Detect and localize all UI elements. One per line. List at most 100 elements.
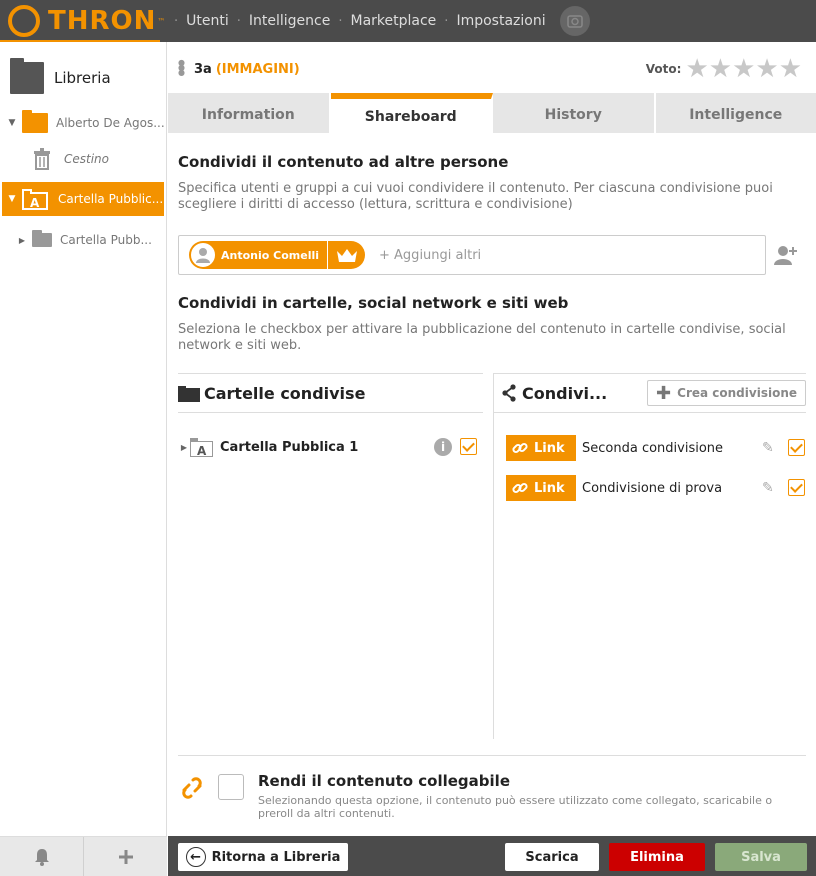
link-icon (512, 442, 528, 454)
vote-label: Voto: (645, 62, 682, 76)
share-checkbox[interactable] (788, 479, 805, 496)
caret-right-icon[interactable]: ▶ (16, 236, 28, 245)
shares-column: Condivi... ✚ Crea condivisione Link Seco… (493, 373, 806, 739)
share-folders-title: Condividi in cartelle, social network e … (178, 294, 569, 312)
add-others-placeholder[interactable]: + Aggiungi altri (379, 248, 481, 263)
linkable-checkbox[interactable] (218, 774, 244, 800)
logo-ring-icon (8, 5, 40, 37)
nav-item-impostazioni[interactable]: Impostazioni (456, 13, 545, 29)
share-people-title: Condividi il contenuto ad altre persone (178, 153, 509, 171)
sidebar-item-label: Cartella Pubblic... (58, 192, 164, 206)
link-badge[interactable]: Link (506, 435, 576, 461)
share-name: Condivisione di prova (582, 480, 723, 496)
share-folders-description: Seleziona le checkbox per attivare la pu… (178, 322, 786, 353)
linkable-option: Rendi il contenuto collegabile Seleziona… (178, 755, 806, 827)
share-icon (502, 384, 516, 402)
create-share-label: Crea condivisione (677, 386, 797, 400)
nav-item-utenti[interactable]: Utenti (186, 13, 229, 29)
user-avatar-icon[interactable] (559, 6, 590, 36)
drag-handle-icon[interactable]: ● ● ● (178, 59, 185, 77)
link-badge-label: Link (534, 440, 565, 456)
library-title: Libreria (54, 69, 111, 87)
library-folder-icon (10, 58, 44, 94)
caret-down-icon[interactable]: ▼ (6, 118, 18, 128)
share-row[interactable]: Link Seconda condivisione ✎ (506, 435, 806, 461)
add-icon[interactable] (83, 837, 167, 876)
action-bar: ← Ritorna a Libreria Scarica Elimina Sal… (168, 836, 816, 876)
sidebar-item-cestino[interactable]: Cestino (0, 142, 166, 176)
share-name: Seconda condivisione (582, 440, 724, 456)
link-badge[interactable]: Link (506, 475, 576, 501)
user-chip[interactable]: Antonio Comelli (189, 241, 366, 269)
tab-history[interactable]: History (493, 93, 656, 133)
edit-pencil-icon[interactable]: ✎ (762, 440, 774, 456)
create-share-button[interactable]: ✚ Crea condivisione (647, 380, 806, 406)
star-icon[interactable]: ★ (755, 56, 778, 82)
add-user-icon[interactable] (774, 245, 797, 267)
linkable-description: Selezionando questa opzione, il contenut… (258, 794, 773, 820)
back-to-library-button[interactable]: ← Ritorna a Libreria (178, 843, 348, 871)
tab-intelligence[interactable]: Intelligence (655, 93, 816, 133)
asset-title: 3a (IMMAGINI) (194, 62, 300, 77)
thron-logo[interactable]: THRON ™ (8, 4, 165, 38)
logo-text: THRON (48, 6, 157, 36)
library-sidebar: Libreria ▼ Alberto De Agos... Cestino ▼ … (0, 42, 167, 876)
plus-icon: ✚ (656, 382, 672, 404)
sidebar-item-cartella-pubblica[interactable]: ▼ A Cartella Pubblic... (2, 182, 164, 216)
download-button[interactable]: Scarica (505, 843, 599, 871)
shared-folder-checkbox[interactable] (460, 438, 477, 455)
shares-title: Condivi... (522, 383, 608, 403)
public-folder-icon: A (22, 189, 48, 210)
star-icon[interactable]: ★ (732, 56, 755, 82)
caret-right-icon[interactable]: ▶ (178, 443, 190, 452)
share-row[interactable]: Link Condivisione di prova ✎ (506, 475, 806, 501)
shared-folders-title: Cartelle condivise (204, 383, 366, 403)
shareboard-panel: Condividi il contenuto ad altre persone … (168, 133, 816, 833)
star-icon[interactable]: ★ (685, 56, 708, 82)
sidebar-item-label: Alberto De Agos... (56, 116, 165, 130)
nav-separator: · (444, 13, 449, 29)
nav-separator: · (338, 13, 343, 29)
broken-link-icon (182, 777, 202, 799)
user-chip-name: Antonio Comelli (221, 248, 320, 262)
star-icon[interactable]: ★ (779, 56, 802, 82)
public-folder-icon: A (190, 438, 213, 458)
folder-icon (178, 386, 200, 402)
share-checkbox[interactable] (788, 439, 805, 456)
folder-icon (32, 230, 52, 247)
star-icon[interactable]: ★ (709, 56, 732, 82)
svg-text:A: A (197, 444, 207, 458)
svg-text:A: A (30, 196, 40, 210)
tab-information[interactable]: Information (168, 93, 331, 133)
info-icon[interactable]: i (434, 438, 452, 456)
save-button[interactable]: Salva (715, 843, 807, 871)
link-badge-label: Link (534, 480, 565, 496)
edit-pencil-icon[interactable]: ✎ (762, 480, 774, 496)
shares-header: Condivi... ✚ Crea condivisione (494, 373, 806, 413)
shared-folder-name: Cartella Pubblica 1 (220, 439, 359, 455)
nav-separator: · (236, 13, 241, 29)
shared-folders-header: Cartelle condivise (178, 373, 483, 413)
sidebar-item-alberto[interactable]: ▼ Alberto De Agos... (0, 106, 166, 140)
nav-item-marketplace[interactable]: Marketplace (351, 13, 437, 29)
share-users-input[interactable]: Antonio Comelli + Aggiungi altri (178, 235, 766, 275)
top-bar: THRON ™ · Utenti · Intelligence · Marketp… (0, 0, 816, 42)
caret-down-icon[interactable]: ▼ (6, 194, 18, 204)
detail-tabs: Information Shareboard History Intellige… (168, 93, 816, 133)
crown-icon[interactable] (327, 241, 365, 269)
asset-name: 3a (194, 62, 212, 77)
share-people-description: Specifica utenti e gruppi a cui vuoi con… (178, 181, 773, 212)
sidebar-item-label: Cestino (64, 152, 109, 166)
linkable-title: Rendi il contenuto collegabile (258, 772, 510, 790)
tab-shareboard[interactable]: Shareboard (330, 93, 493, 133)
sidebar-item-label: Cartella Pubb... (60, 233, 152, 247)
delete-button[interactable]: Elimina (609, 843, 705, 871)
sidebar-item-cartella-sub[interactable]: ▶ Cartella Pubb... (0, 223, 166, 257)
logo-tm: ™ (157, 16, 166, 26)
trash-icon (34, 148, 50, 170)
nav-item-intelligence[interactable]: Intelligence (249, 13, 330, 29)
shared-folders-column: Cartelle condivise ▶ A Cartella Pubblica… (178, 373, 483, 739)
shared-folder-row[interactable]: ▶ A Cartella Pubblica 1 i (178, 435, 483, 459)
library-header[interactable]: Libreria (10, 58, 111, 94)
bell-icon[interactable] (0, 837, 83, 876)
